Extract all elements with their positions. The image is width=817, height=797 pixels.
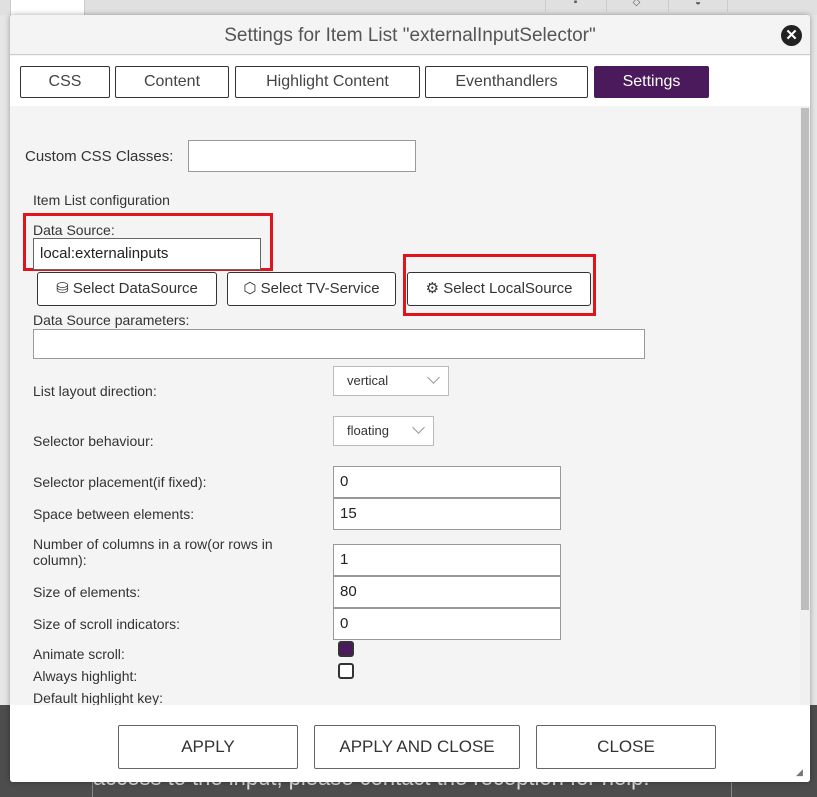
database-icon: ⛁ [56, 280, 73, 297]
gear-icon: ⚙ [425, 280, 444, 297]
tab-settings[interactable]: Settings [594, 66, 709, 98]
custom-css-label: Custom CSS Classes: [25, 148, 174, 165]
animate-scroll-checkbox[interactable] [338, 641, 354, 657]
background-grid-icon: ▪ [545, 0, 605, 12]
custom-css-input[interactable] [188, 140, 416, 172]
space-input[interactable]: 15 [333, 498, 561, 530]
apply-and-close-button[interactable]: APPLY AND CLOSE [314, 725, 520, 769]
chevron-down-icon [427, 371, 440, 384]
select-tv-service-button[interactable]: ⬡ Select TV-Service [227, 272, 396, 306]
selector-behaviour-value: floating [347, 423, 389, 438]
select-localsource-button[interactable]: ⚙ Select LocalSource [407, 272, 591, 306]
ds-params-input[interactable] [33, 329, 645, 359]
select-datasource-button[interactable]: ⛁ Select DataSource [37, 272, 217, 306]
background-layers-icon: ◇ [606, 0, 666, 12]
dialog-title: Settings for Item List "externalInputSel… [10, 15, 810, 55]
settings-content: Custom CSS Classes: Item List configurat… [10, 106, 800, 706]
selector-behaviour-label: Selector behaviour: [33, 433, 154, 449]
columns-input[interactable]: 1 [333, 544, 561, 576]
background-database-icon: ◒ [668, 0, 728, 12]
animate-scroll-label: Animate scroll: [33, 646, 125, 662]
cube-icon: ⬡ [243, 280, 261, 297]
chevron-down-icon [412, 421, 425, 434]
background-panel [10, 0, 85, 15]
data-source-label: Data Source: [33, 222, 115, 238]
data-source-input[interactable]: local:externalinputs [33, 238, 261, 270]
default-key-label: Default highlight key: [33, 690, 163, 706]
tab-content[interactable]: Content [115, 66, 229, 98]
section-title: Item List configuration [33, 192, 170, 208]
ds-params-label: Data Source parameters: [33, 312, 190, 328]
layout-direction-select[interactable]: vertical [333, 366, 449, 396]
selector-placement-input[interactable]: 0 [333, 466, 561, 498]
select-tv-service-label: Select TV-Service [260, 280, 380, 297]
tab-eventhandlers[interactable]: Eventhandlers [425, 66, 588, 98]
columns-label: Number of columns in a row(or rows in co… [33, 536, 273, 568]
scroll-indicators-label: Size of scroll indicators: [33, 616, 181, 632]
select-localsource-label: Select LocalSource [443, 280, 573, 297]
dialog-footer: APPLY APPLY AND CLOSE CLOSE [10, 705, 810, 782]
selector-behaviour-select[interactable]: floating [333, 416, 434, 446]
close-button[interactable]: CLOSE [536, 725, 716, 769]
scroll-indicators-input[interactable]: 0 [333, 608, 561, 640]
layout-direction-label: List layout direction: [33, 383, 157, 399]
always-highlight-checkbox[interactable] [338, 663, 354, 679]
selector-placement-label: Selector placement(if fixed): [33, 474, 207, 490]
tab-css[interactable]: CSS [20, 66, 110, 98]
always-highlight-label: Always highlight: [33, 668, 138, 684]
tab-bar: CSS Content Highlight Content Eventhandl… [10, 56, 810, 106]
space-label: Space between elements: [33, 506, 195, 522]
resize-grip-icon[interactable]: ◢ [796, 767, 803, 778]
size-label: Size of elements: [33, 584, 141, 600]
tab-highlight-content[interactable]: Highlight Content [235, 66, 420, 98]
settings-dialog: Settings for Item List "externalInputSel… [10, 15, 810, 782]
close-circle-icon[interactable]: ✕ [781, 25, 802, 46]
layout-direction-value: vertical [347, 373, 389, 388]
apply-button[interactable]: APPLY [118, 725, 298, 769]
select-datasource-label: Select DataSource [72, 280, 198, 297]
scrollbar-thumb[interactable] [801, 108, 809, 610]
size-input[interactable]: 80 [333, 576, 561, 608]
